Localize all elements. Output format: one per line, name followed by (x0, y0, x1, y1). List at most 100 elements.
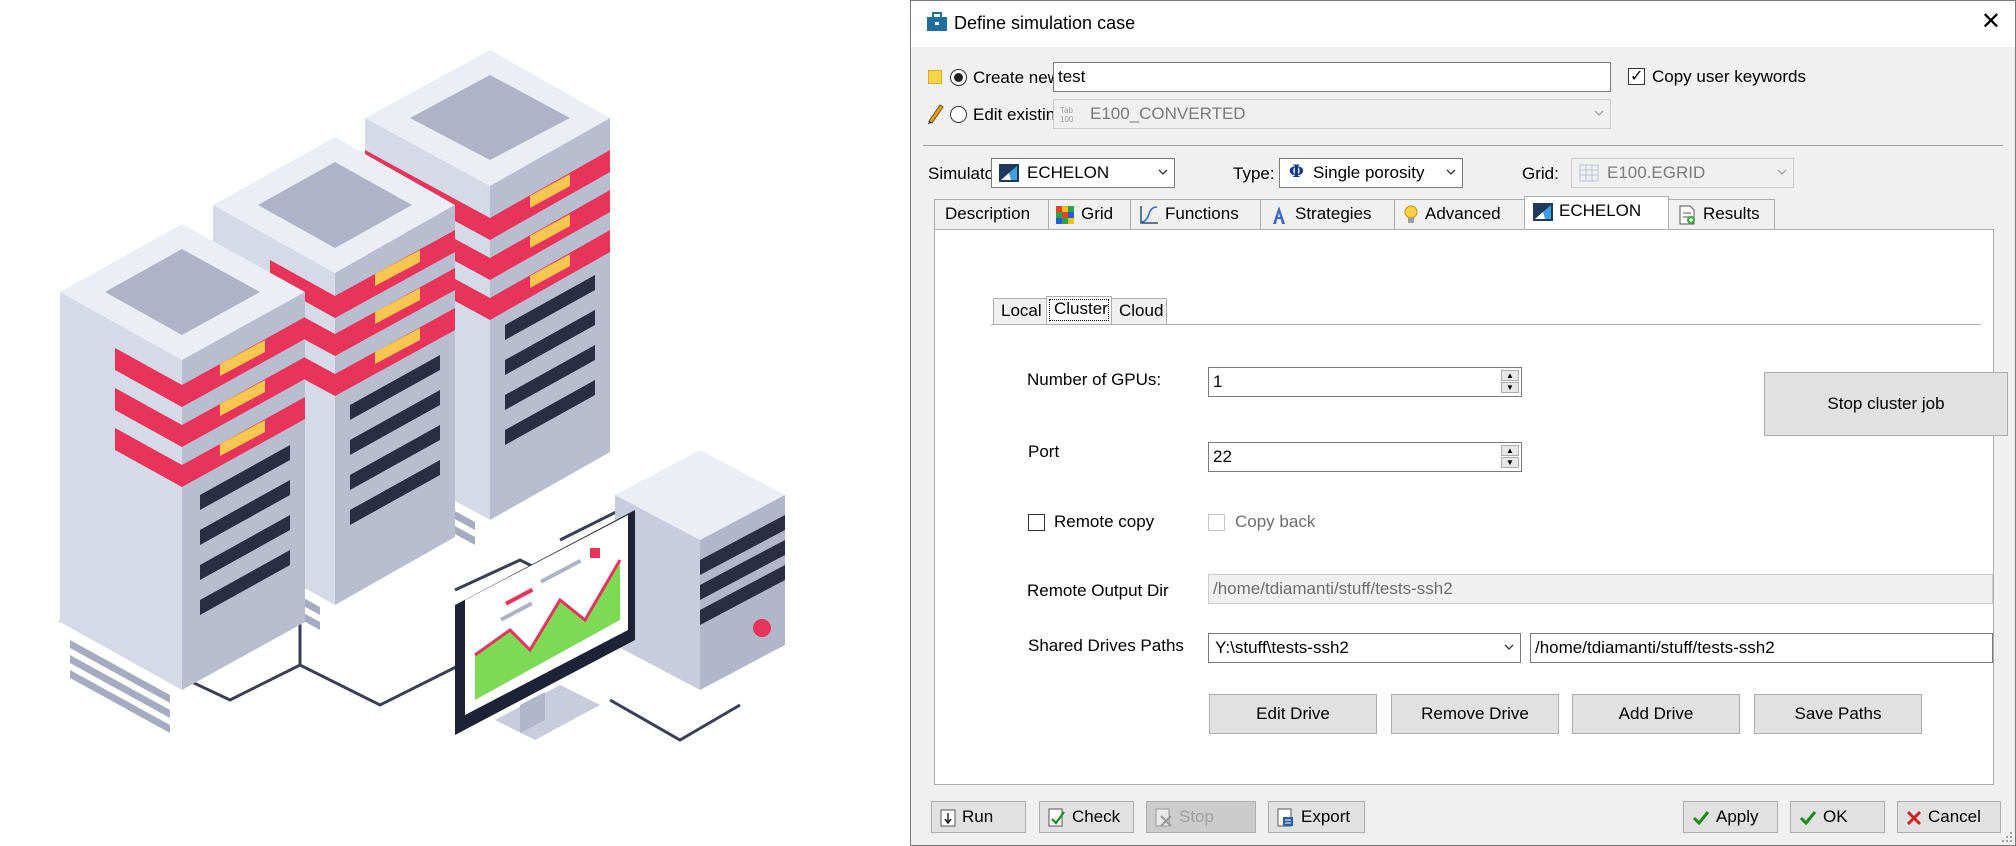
port-input[interactable]: 22 ▲ ▼ (1208, 442, 1522, 472)
grid-file-icon (1579, 164, 1599, 182)
dialog-title: Define simulation case (954, 13, 1136, 33)
subtab-separator (991, 324, 1981, 325)
gpus-stepper[interactable]: ▲ ▼ (1501, 370, 1519, 394)
storage-tower (615, 450, 785, 690)
echelon-icon (999, 164, 1019, 182)
output-dir-input[interactable]: /home/tdiamanti/stuff/tests-ssh2 (1208, 574, 1993, 604)
check-icon (1692, 810, 1710, 825)
phi-icon: Φ (1289, 162, 1304, 182)
grid-icon (1056, 205, 1074, 224)
create-new-radio[interactable] (950, 69, 967, 86)
pencil-icon (928, 104, 944, 124)
export-icon (1277, 808, 1293, 827)
svg-text:Tab: Tab (1060, 106, 1073, 115)
export-button[interactable]: Export (1268, 801, 1365, 833)
title-bar: Define simulation case ✕ (911, 1, 2015, 47)
edit-existing-value: E100_CONVERTED (1090, 104, 1246, 123)
cancel-button[interactable]: Cancel (1897, 801, 2001, 833)
tab-grid-label: Grid (1081, 204, 1114, 223)
tab-advanced-label: Advanced (1425, 204, 1501, 223)
tab-advanced[interactable]: Advanced (1394, 199, 1525, 229)
remote-copy-label: Remote copy (1054, 512, 1155, 531)
add-drive-button[interactable]: Add Drive (1572, 694, 1740, 734)
grid-label: Grid: (1522, 164, 1559, 183)
subtab-cluster[interactable]: Cluster (1046, 296, 1112, 324)
tab-grid[interactable]: Grid (1048, 199, 1131, 229)
simulator-combo[interactable]: ECHELON (991, 158, 1175, 188)
run-label: Run (962, 807, 994, 826)
subtab-local[interactable]: Local (993, 298, 1047, 324)
copy-back-checkbox[interactable] (1208, 514, 1225, 531)
tab-functions[interactable]: Functions (1130, 199, 1261, 229)
new-case-icon (928, 70, 942, 84)
svg-text:100: 100 (1060, 115, 1074, 123)
chevron-down-icon (1446, 169, 1456, 175)
create-new-label: Create new: (973, 68, 1065, 87)
stop-cluster-job-button[interactable]: Stop cluster job (1764, 372, 2008, 436)
tab-description[interactable]: Description (934, 199, 1049, 229)
copy-keywords-checkbox[interactable] (1628, 66, 1645, 86)
server-left (60, 224, 305, 733)
shared-drive-combo[interactable]: Y:\stuff\tests-ssh2 (1208, 633, 1521, 663)
type-label: Type: (1233, 164, 1275, 183)
cancel-label: Cancel (1928, 807, 1981, 826)
check-button[interactable]: Check (1039, 801, 1134, 833)
chevron-down-icon (1594, 110, 1604, 116)
output-dir-label: Remote Output Dir (1027, 581, 1169, 600)
gpus-value: 1 (1213, 372, 1223, 391)
remote-copy-checkbox[interactable] (1028, 514, 1045, 531)
grid-combo[interactable]: E100.EGRID (1571, 158, 1794, 188)
apply-button[interactable]: Apply (1683, 801, 1778, 833)
close-icon[interactable]: ✕ (1981, 7, 2001, 36)
grid-value: E100.EGRID (1607, 163, 1706, 182)
tab-description-label: Description (945, 204, 1031, 223)
simulator-value: ECHELON (1027, 163, 1110, 182)
stop-button[interactable]: Stop (1146, 801, 1256, 833)
x-icon (1906, 810, 1922, 825)
define-simulation-dialog: Define simulation case ✕ Create new: tes… (910, 0, 2016, 846)
briefcase-icon (927, 12, 947, 31)
stop-label: Stop (1179, 807, 1214, 826)
edit-drive-button[interactable]: Edit Drive (1209, 694, 1377, 734)
port-value: 22 (1213, 447, 1232, 466)
main-tabs: Description Grid Functions Strategies Ad… (934, 196, 1994, 230)
copy-keywords-label: Copy user keywords (1652, 67, 1807, 86)
apply-label: Apply (1716, 807, 1759, 826)
ok-button[interactable]: OK (1790, 801, 1885, 833)
save-paths-button[interactable]: Save Paths (1754, 694, 1922, 734)
run-button[interactable]: Run (931, 801, 1026, 833)
subtab-cloud[interactable]: Cloud (1111, 298, 1167, 324)
port-stepper[interactable]: ▲ ▼ (1501, 445, 1519, 469)
server-illustration (59, 50, 785, 742)
ok-label: OK (1823, 807, 1848, 826)
tab-strategies[interactable]: Strategies (1260, 199, 1395, 229)
edit-existing-combo[interactable]: Tab 100 E100_CONVERTED (1053, 99, 1611, 129)
resize-grip-icon[interactable] (2001, 831, 2013, 843)
chevron-down-icon (1158, 169, 1168, 175)
type-value: Single porosity (1313, 163, 1425, 182)
tab-results[interactable]: Results (1668, 199, 1775, 229)
tab-results-label: Results (1703, 204, 1760, 223)
remove-drive-button[interactable]: Remove Drive (1391, 694, 1559, 734)
monitor (455, 510, 635, 740)
chevron-down-icon (1504, 644, 1514, 650)
check-doc-icon (1048, 808, 1065, 827)
check-label: Check (1072, 807, 1121, 826)
tab-echelon[interactable]: ECHELON (1524, 196, 1669, 230)
shared-path-input[interactable]: /home/tdiamanti/stuff/tests-ssh2 (1530, 633, 1993, 663)
chevron-down-icon (1777, 169, 1787, 175)
stop-doc-icon (1155, 808, 1172, 827)
results-icon (1679, 205, 1695, 225)
run-icon (940, 809, 956, 827)
edit-existing-radio[interactable] (950, 106, 967, 123)
check-icon (1799, 810, 1817, 825)
export-label: Export (1301, 807, 1351, 826)
create-new-input[interactable]: test (1053, 62, 1611, 92)
gpus-input[interactable]: 1 ▲ ▼ (1208, 367, 1522, 397)
strategies-icon (1273, 205, 1285, 224)
lightbulb-icon (1404, 205, 1418, 223)
tab-echelon-label: ECHELON (1559, 201, 1642, 220)
gpus-label: Number of GPUs: (1027, 370, 1162, 389)
shared-drives-label: Shared Drives Paths (1028, 636, 1184, 655)
type-combo[interactable]: Φ Single porosity (1279, 158, 1463, 188)
